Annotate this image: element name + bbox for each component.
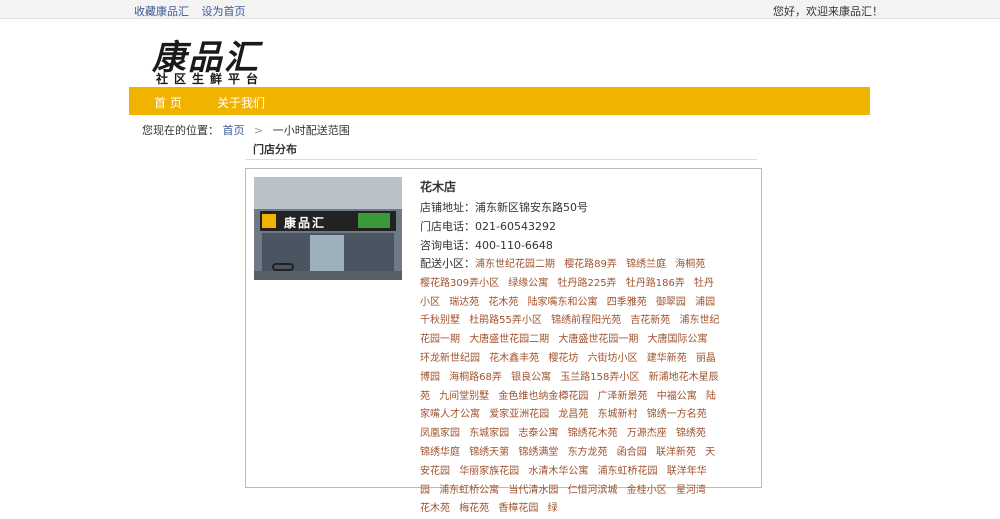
delivery-area-link[interactable]: 志泰公寓 — [518, 428, 558, 439]
delivery-area-link[interactable]: 四季雅苑 — [607, 297, 647, 308]
delivery-area-link[interactable]: 大唐盛世花园二期 — [469, 334, 549, 345]
section-divider — [245, 159, 757, 160]
delivery-area-link[interactable]: 樱花路89弄 — [564, 259, 617, 270]
delivery-area-link[interactable]: 东城家园 — [469, 428, 509, 439]
delivery-area-link[interactable]: 大唐国际公寓 — [648, 334, 708, 345]
delivery-area-link[interactable]: 爱家亚洲花园 — [489, 409, 549, 420]
delivery-area-link[interactable]: 九间堂别墅 — [439, 391, 489, 402]
breadcrumb-prefix: 您现在的位置： — [142, 124, 219, 137]
store-info: 花木店 店铺地址：浦东新区锦安东路50号 门店电话：021-60543292 咨… — [420, 179, 722, 519]
delivery-area-link[interactable]: 锦绣华庭 — [420, 447, 460, 458]
delivery-area-link[interactable]: 星河湾 — [676, 485, 706, 496]
store-card: 康品汇 花木店 店铺地址：浦东新区锦安东路50号 门店电话：021-605432… — [245, 168, 762, 514]
delivery-area-link[interactable]: 万源杰座 — [627, 428, 667, 439]
delivery-area-link[interactable]: 海桐苑 — [675, 259, 705, 270]
photo-sign-green — [358, 213, 390, 228]
delivery-area-link[interactable]: 六街坊小区 — [588, 353, 638, 364]
delivery-area-link[interactable]: 锦绣花木苑 — [568, 428, 618, 439]
breadcrumb-current: 一小时配送范围 — [272, 124, 350, 137]
delivery-area-link[interactable]: 锦绣苑 — [676, 428, 706, 439]
delivery-area-link[interactable]: 绿缘公寓 — [508, 278, 548, 289]
delivery-areas: 配送小区：浦东世纪花园二期 樱花路89弄 锦绣兰庭 海桐苑 樱花路309弄小区 … — [420, 255, 722, 519]
photo-bike — [272, 263, 294, 271]
delivery-area-link[interactable]: 樱花坊 — [548, 353, 578, 364]
store-address: 店铺地址：浦东新区锦安东路50号 — [420, 201, 588, 214]
delivery-area-link[interactable]: 华丽家族花园 — [459, 466, 519, 477]
delivery-area-link[interactable]: 联洋新苑 — [656, 447, 696, 458]
photo-sign-yellow — [262, 214, 276, 228]
delivery-area-link[interactable]: 吉花新苑 — [630, 315, 670, 326]
delivery-area-link[interactable]: 梅花苑 — [459, 503, 489, 514]
delivery-area-link[interactable]: 锦绣天第 — [469, 447, 509, 458]
delivery-area-list: 浦东世纪花园二期 樱花路89弄 锦绣兰庭 海桐苑 樱花路309弄小区 绿缘公寓 … — [420, 259, 719, 514]
delivery-area-link[interactable]: 浦东世纪花园二期 — [475, 259, 555, 270]
delivery-area-link[interactable]: 金桂小区 — [627, 485, 667, 496]
delivery-area-link[interactable]: 陆家嘴东和公寓 — [528, 297, 598, 308]
store-hotline: 咨询电话：400-110-6648 — [420, 239, 553, 252]
delivery-area-link[interactable]: 广泽新景苑 — [598, 391, 648, 402]
top-bar: 收藏康品汇 设为首页 您好，欢迎来康品汇！ — [0, 0, 1000, 19]
bookmark-link[interactable]: 收藏康品汇 — [134, 5, 189, 18]
delivery-area-link[interactable]: 大唐盛世花园一期 — [558, 334, 638, 345]
delivery-area-link[interactable]: 绿 — [548, 503, 558, 514]
delivery-area-link[interactable]: 凤凰家园 — [420, 428, 460, 439]
delivery-area-link[interactable]: 花木鑫丰苑 — [489, 353, 539, 364]
delivery-area-link[interactable]: 牡丹路225弄 — [557, 278, 616, 289]
delivery-areas-label: 配送小区： — [420, 257, 475, 270]
section-title: 门店分布 — [253, 143, 297, 156]
delivery-area-link[interactable]: 浦东虹桥花园 — [598, 466, 658, 477]
delivery-area-link[interactable]: 锦绣满堂 — [518, 447, 558, 458]
top-links: 收藏康品汇 设为首页 — [134, 3, 255, 19]
delivery-area-link[interactable]: 银良公寓 — [511, 372, 551, 383]
nav-item-about[interactable]: 关于我们 — [217, 94, 265, 111]
nav-item-home[interactable]: 首 页 — [154, 94, 182, 111]
delivery-area-link[interactable]: 龙昌苑 — [558, 409, 588, 420]
delivery-area-link[interactable]: 花木苑 — [488, 297, 518, 308]
store-photo: 康品汇 — [254, 177, 402, 280]
delivery-area-link[interactable]: 东方龙苑 — [568, 447, 608, 458]
store-phone: 门店电话：021-60543292 — [420, 220, 556, 233]
delivery-area-link[interactable]: 金色维也纳金樽花园 — [498, 391, 588, 402]
delivery-area-link[interactable]: 锦绣前程阳光苑 — [551, 315, 621, 326]
delivery-area-link[interactable]: 中福公寓 — [657, 391, 697, 402]
delivery-area-link[interactable]: 牡丹路186弄 — [626, 278, 685, 289]
delivery-area-link[interactable]: 当代清水园 — [508, 485, 558, 496]
delivery-area-link[interactable]: 樱花路309弄小区 — [420, 278, 499, 289]
photo-ground — [254, 271, 402, 280]
breadcrumb: 您现在的位置： 首页 > 一小时配送范围 — [142, 122, 350, 138]
photo-sign-text: 康品汇 — [284, 216, 327, 230]
set-homepage-link[interactable]: 设为首页 — [202, 5, 246, 18]
delivery-area-link[interactable]: 浦东虹桥公寓 — [439, 485, 499, 496]
delivery-area-link[interactable]: 香樟花园 — [498, 503, 538, 514]
main-nav: 首 页 关于我们 — [129, 87, 870, 115]
delivery-area-link[interactable]: 仁恒河滨城 — [568, 485, 618, 496]
logo-sub-text: 社区生鲜平台 — [156, 72, 265, 86]
delivery-area-link[interactable]: 海桐路68弄 — [449, 372, 502, 383]
delivery-area-link[interactable]: 御翠园 — [656, 297, 686, 308]
store-name: 花木店 — [420, 180, 457, 194]
delivery-area-link[interactable]: 建华新苑 — [647, 353, 687, 364]
delivery-area-link[interactable]: 水清木华公寓 — [528, 466, 588, 477]
delivery-area-link[interactable]: 锦绣一方名苑 — [647, 409, 707, 420]
site-logo[interactable]: 康品汇 社区生鲜平台 — [150, 30, 265, 86]
delivery-area-link[interactable]: 环龙新世纪园 — [420, 353, 480, 364]
photo-door — [310, 235, 344, 271]
delivery-area-link[interactable]: 玉兰路158弄小区 — [560, 372, 639, 383]
breadcrumb-home-link[interactable]: 首页 — [223, 124, 245, 137]
delivery-area-link[interactable]: 函合园 — [617, 447, 647, 458]
delivery-area-link[interactable]: 瑞达苑 — [449, 297, 479, 308]
delivery-area-link[interactable]: 花木苑 — [420, 503, 450, 514]
delivery-area-link[interactable]: 东城新村 — [598, 409, 638, 420]
delivery-area-link[interactable]: 杜鹃路55弄小区 — [469, 315, 542, 326]
photo-wall — [254, 177, 402, 209]
chevron-right-icon: > — [254, 124, 264, 137]
welcome-text: 您好，欢迎来康品汇！ — [773, 5, 883, 18]
delivery-area-link[interactable]: 锦绣兰庭 — [626, 259, 666, 270]
